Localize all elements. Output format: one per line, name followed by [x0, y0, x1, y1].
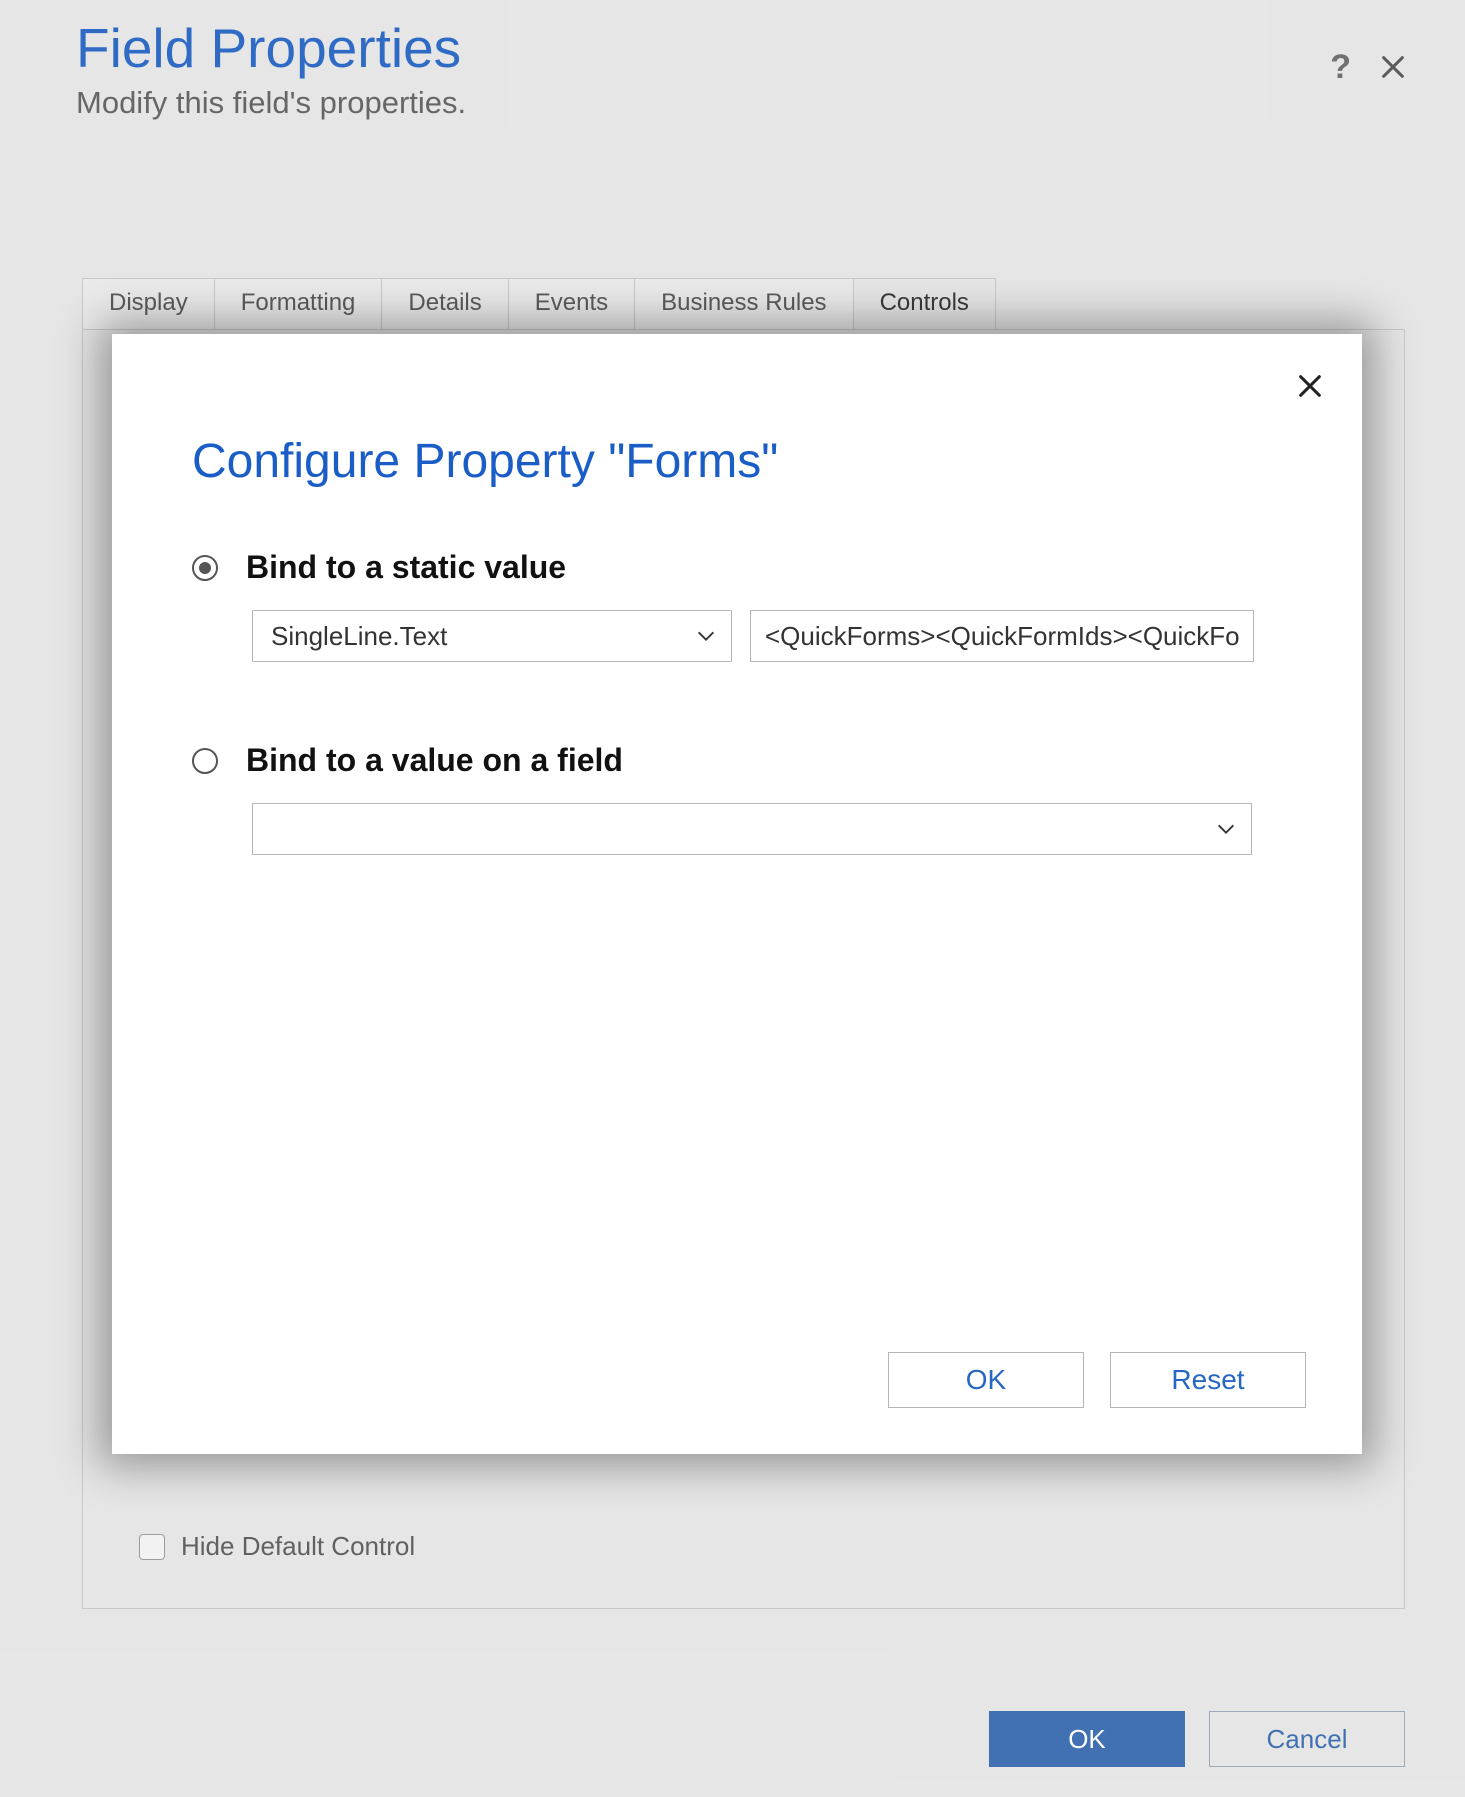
configure-property-dialog: Configure Property "Forms" Bind to a sta…: [112, 334, 1362, 1454]
cancel-button[interactable]: Cancel: [1209, 1711, 1405, 1767]
static-type-value: SingleLine.Text: [271, 621, 447, 652]
static-value-text: <QuickForms><QuickFormIds><QuickFo: [765, 621, 1240, 652]
bind-static-option: Bind to a static value: [192, 549, 1322, 586]
dialog-footer: OK Cancel: [989, 1711, 1405, 1767]
reset-button[interactable]: Reset: [1110, 1352, 1306, 1408]
bind-field-option: Bind to a value on a field: [192, 742, 1322, 779]
chevron-down-icon: [1215, 818, 1237, 840]
bind-field-label: Bind to a value on a field: [246, 742, 623, 779]
bind-static-radio[interactable]: [192, 555, 218, 581]
tab-list: Display Formatting Details Events Busine…: [82, 278, 1405, 329]
configure-property-footer: OK Reset: [888, 1352, 1306, 1408]
ok-button[interactable]: OK: [989, 1711, 1185, 1767]
tab-display[interactable]: Display: [82, 278, 215, 329]
help-icon[interactable]: ?: [1330, 50, 1351, 84]
tab-business-rules[interactable]: Business Rules: [634, 278, 853, 329]
bind-field-radio[interactable]: [192, 748, 218, 774]
hide-default-control-checkbox[interactable]: [139, 1534, 165, 1560]
dialog-header-actions: ?: [1330, 50, 1407, 84]
tab-controls[interactable]: Controls: [853, 278, 996, 329]
tab-events[interactable]: Events: [508, 278, 635, 329]
hide-default-control-label: Hide Default Control: [181, 1531, 415, 1562]
close-icon[interactable]: [1379, 53, 1407, 81]
hide-default-control-row: Hide Default Control: [139, 1531, 415, 1562]
bind-field-fields: [252, 803, 1322, 855]
configure-property-title: Configure Property "Forms": [192, 434, 1322, 489]
tab-formatting[interactable]: Formatting: [214, 278, 383, 329]
ok-button[interactable]: OK: [888, 1352, 1084, 1408]
chevron-down-icon: [695, 625, 717, 647]
static-value-input[interactable]: <QuickForms><QuickFormIds><QuickFo: [750, 610, 1254, 662]
dialog-header: Field Properties Modify this field's pro…: [76, 18, 1425, 121]
tab-details[interactable]: Details: [381, 278, 508, 329]
bind-static-fields: SingleLine.Text <QuickForms><QuickFormId…: [252, 610, 1322, 662]
close-icon[interactable]: [1296, 372, 1324, 400]
static-type-select[interactable]: SingleLine.Text: [252, 610, 732, 662]
dialog-subtitle: Modify this field's properties.: [76, 85, 1425, 121]
field-select[interactable]: [252, 803, 1252, 855]
dialog-title: Field Properties: [76, 18, 1425, 79]
bind-static-label: Bind to a static value: [246, 549, 566, 586]
